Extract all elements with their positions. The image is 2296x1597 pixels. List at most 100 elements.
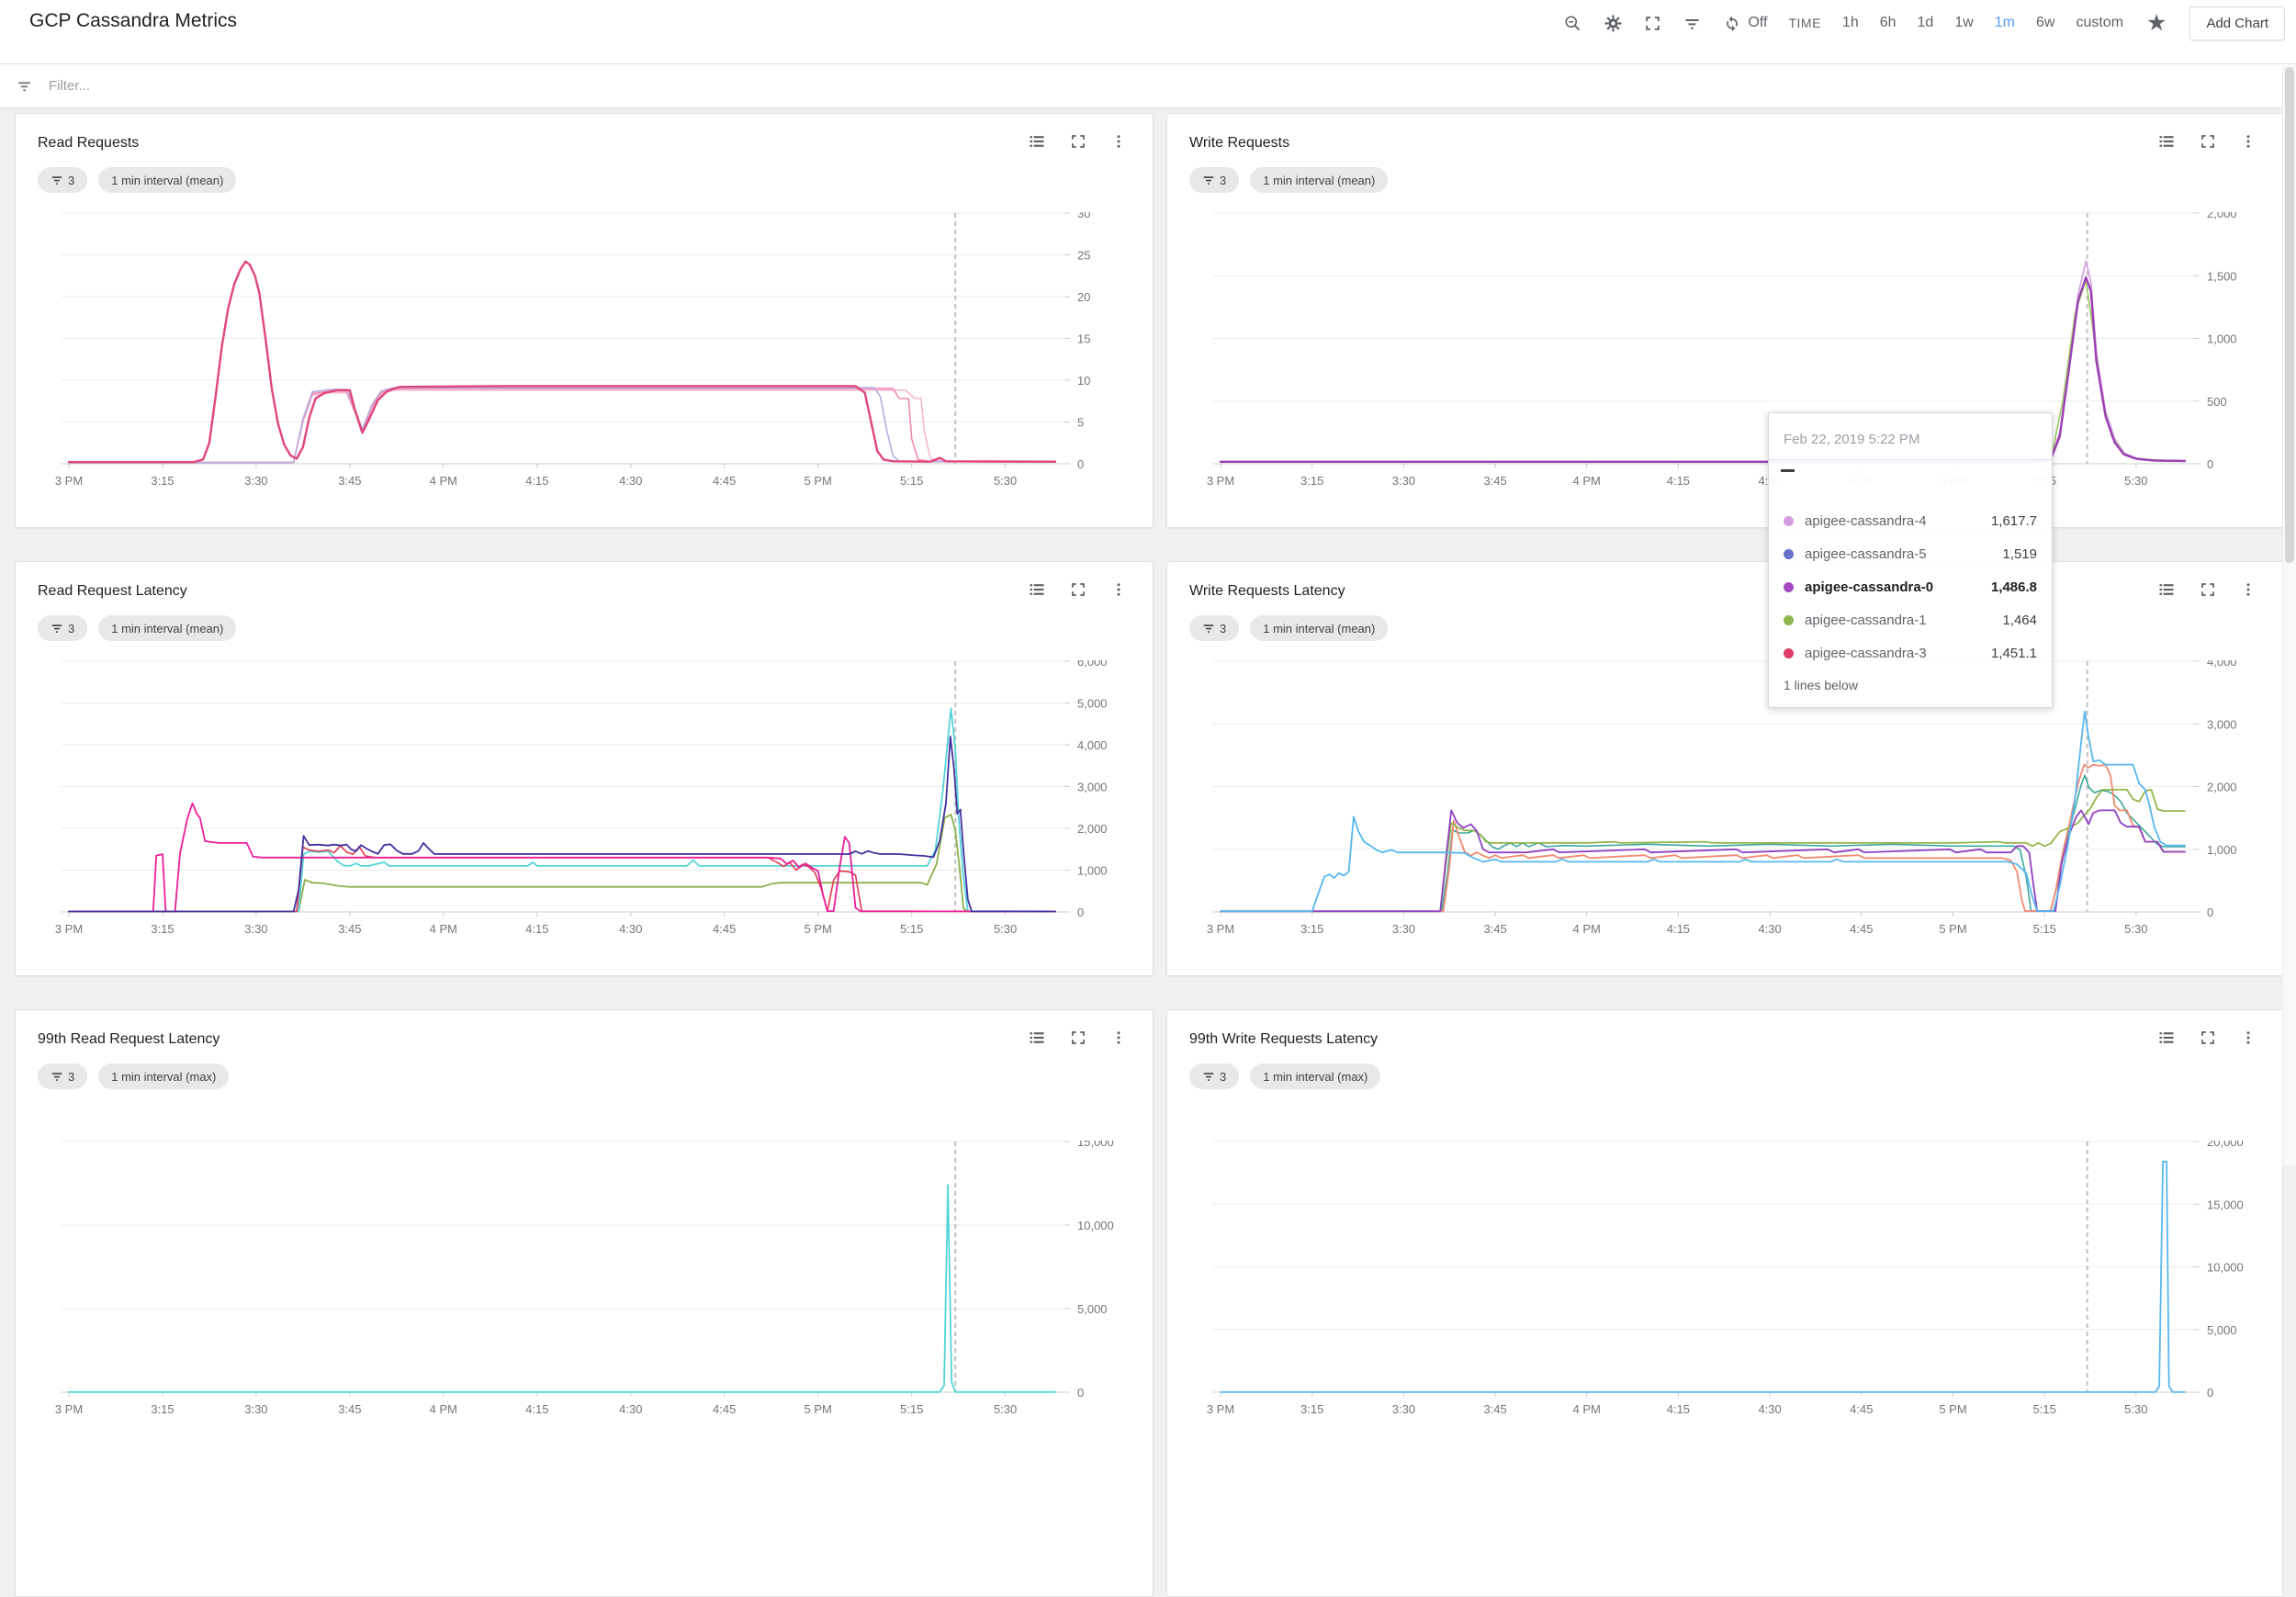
x-tick-label: 4 PM: [1573, 474, 1601, 488]
filter-count-chip[interactable]: 3: [38, 167, 87, 193]
x-tick-label: 5:15: [2033, 1402, 2056, 1416]
x-tick-label: 5:30: [2124, 922, 2147, 936]
legend-list-icon[interactable]: [2157, 1029, 2176, 1052]
page-scrollbar[interactable]: [2282, 65, 2296, 1165]
interval-chip[interactable]: 1 min interval (mean): [1250, 615, 1388, 641]
chart-canvas: 01,0002,0003,0004,0003 PM3:153:303:454 P…: [1189, 660, 2260, 938]
series-p99write-blue: [1221, 1162, 2185, 1392]
legend-list-icon[interactable]: [1028, 132, 1046, 155]
x-tick-label: 3:15: [1300, 922, 1323, 936]
p99-read-request-latency-chart[interactable]: 05,00010,00015,0003 PM3:153:303:454 PM4:…: [38, 1141, 1131, 1418]
read-requests-chart[interactable]: 0510152025303 PM3:153:303:454 PM4:154:30…: [38, 212, 1131, 489]
filter-count-chip[interactable]: 3: [1189, 167, 1239, 193]
x-tick-label: 4:15: [1667, 922, 1690, 936]
y-tick-label: 4,000: [1077, 738, 1108, 752]
kebab-menu-icon[interactable]: [2240, 133, 2257, 154]
series-color-dot: [1784, 648, 1794, 658]
filter-count-chip[interactable]: 3: [1189, 1063, 1239, 1089]
kebab-menu-icon[interactable]: [1110, 581, 1127, 602]
y-tick-label: 20: [1077, 290, 1090, 304]
y-tick-label: 0: [1077, 457, 1084, 471]
range-1h[interactable]: 1h: [1842, 15, 1859, 31]
x-tick-label: 4:15: [1667, 1402, 1690, 1416]
chart-canvas: 05,00010,00015,00020,0003 PM3:153:303:45…: [1189, 1141, 2260, 1418]
x-tick-label: 4:30: [1758, 1402, 1781, 1416]
x-tick-label: 3:45: [338, 922, 361, 936]
y-tick-label: 5,000: [1077, 1302, 1108, 1316]
range-1d[interactable]: 1d: [1918, 15, 1934, 31]
x-tick-label: 5:30: [2124, 1402, 2147, 1416]
y-tick-label: 15,000: [1077, 1141, 1114, 1149]
fullscreen-icon[interactable]: [1644, 15, 1661, 32]
legend-list-icon[interactable]: [2157, 580, 2176, 603]
x-tick-label: 3:30: [244, 922, 267, 936]
star-icon[interactable]: ★: [2146, 14, 2167, 32]
legend-list-icon[interactable]: [1028, 580, 1046, 603]
chart-canvas: 05,00010,00015,0003 PM3:153:303:454 PM4:…: [38, 1141, 1131, 1418]
range-1m[interactable]: 1m: [1995, 15, 2015, 31]
x-tick-label: 4 PM: [430, 922, 457, 936]
tooltip-series-name: apigee-cassandra-4: [1805, 513, 1991, 529]
expand-chart-icon[interactable]: [2200, 133, 2216, 154]
x-tick-label: 4:45: [713, 474, 736, 488]
kebab-menu-icon[interactable]: [2240, 581, 2257, 602]
series-read-crimson: [69, 262, 1055, 462]
tooltip-row: apigee-cassandra-41,617.7: [1784, 504, 2037, 537]
p99-write-requests-latency-chart[interactable]: 05,00010,00015,00020,0003 PM3:153:303:45…: [1189, 1141, 2260, 1418]
x-tick-label: 4:30: [619, 474, 642, 488]
legend-list-icon[interactable]: [2157, 132, 2176, 155]
legend-list-icon[interactable]: [1028, 1029, 1046, 1052]
expand-chart-icon[interactable]: [1070, 581, 1086, 602]
x-tick-label: 5 PM: [1939, 1402, 1966, 1416]
series-wlat-purple: [1221, 810, 2185, 911]
x-tick-label: 3 PM: [55, 474, 83, 488]
write-requests-chart[interactable]: 05001,0001,5002,0003 PM3:153:303:454 PM4…: [1189, 212, 2260, 489]
range-6h[interactable]: 6h: [1880, 15, 1896, 31]
filter-list-icon[interactable]: [1683, 14, 1702, 33]
series-color-dot: [1784, 516, 1794, 526]
interval-chip[interactable]: 1 min interval (mean): [98, 615, 236, 641]
chart-title: Read Requests: [38, 135, 139, 152]
y-tick-label: 1,500: [2207, 269, 2237, 283]
interval-chip[interactable]: 1 min interval (max): [1250, 1063, 1380, 1089]
y-tick-label: 0: [2207, 1386, 2213, 1400]
expand-chart-icon[interactable]: [2200, 1029, 2216, 1051]
write-requests-latency-chart[interactable]: 01,0002,0003,0004,0003 PM3:153:303:454 P…: [1189, 660, 2260, 938]
interval-chip[interactable]: 1 min interval (mean): [98, 167, 236, 193]
kebab-menu-icon[interactable]: [1110, 1029, 1127, 1051]
kebab-menu-icon[interactable]: [2240, 1029, 2257, 1051]
gear-icon[interactable]: [1604, 14, 1623, 33]
x-tick-label: 5:30: [994, 474, 1017, 488]
y-tick-label: 30: [1077, 212, 1090, 220]
filter-count-chip[interactable]: 3: [38, 615, 87, 641]
y-tick-label: 10: [1077, 374, 1090, 388]
x-tick-label: 4:45: [1850, 922, 1873, 936]
expand-chart-icon[interactable]: [1070, 133, 1086, 154]
range-1w[interactable]: 1w: [1954, 15, 1973, 31]
filter-count-chip[interactable]: 3: [1189, 615, 1239, 641]
expand-chart-icon[interactable]: [1070, 1029, 1086, 1051]
filter-input[interactable]: [47, 77, 2280, 95]
range-6w[interactable]: 6w: [2036, 15, 2054, 31]
kebab-menu-icon[interactable]: [1110, 133, 1127, 154]
filter-count-chip[interactable]: 3: [38, 1063, 87, 1089]
series-lat-cyan: [69, 708, 1055, 911]
tooltip-series-name: apigee-cassandra-0: [1805, 579, 1991, 595]
interval-chip[interactable]: 1 min interval (max): [98, 1063, 229, 1089]
x-tick-label: 4 PM: [1573, 922, 1601, 936]
range-custom[interactable]: custom: [2076, 15, 2123, 31]
add-chart-button[interactable]: Add Chart: [2189, 6, 2285, 40]
scrollbar-thumb[interactable]: [2285, 67, 2294, 563]
read-request-latency-chart[interactable]: 01,0002,0003,0004,0005,0006,0003 PM3:153…: [38, 660, 1131, 938]
time-label: TIME: [1788, 16, 1820, 30]
auto-refresh-toggle[interactable]: Off: [1723, 14, 1767, 32]
series-lat-magenta: [69, 804, 1055, 912]
expand-chart-icon[interactable]: [2200, 581, 2216, 602]
zoom-out-icon[interactable]: [1563, 14, 1582, 33]
x-tick-label: 3:15: [151, 922, 174, 936]
x-tick-label: 3:45: [1483, 474, 1506, 488]
tooltip-row: apigee-cassandra-31,451.1: [1784, 636, 2037, 669]
interval-chip[interactable]: 1 min interval (mean): [1250, 167, 1388, 193]
series-color-dot: [1784, 615, 1794, 625]
x-tick-label: 4:15: [525, 1402, 548, 1416]
